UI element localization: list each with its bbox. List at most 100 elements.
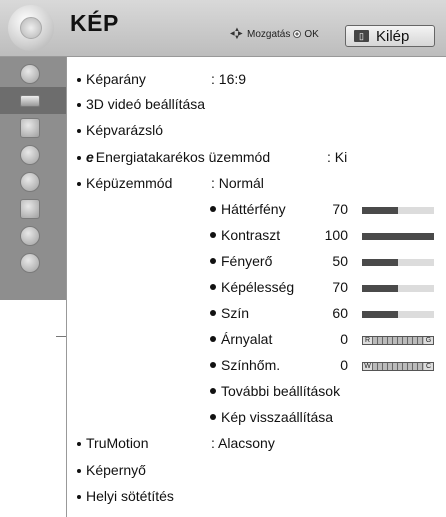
setting-more-settings[interactable]: További beállítások xyxy=(210,383,340,399)
bullet xyxy=(210,414,216,421)
sidebar-item-network[interactable] xyxy=(0,222,66,249)
setting-label: Színhőm. xyxy=(221,357,281,373)
bullet xyxy=(77,156,81,161)
tint-right-label: G xyxy=(424,337,433,344)
brightness-slider[interactable] xyxy=(362,259,434,266)
page-title: KÉP xyxy=(70,10,119,36)
bullet xyxy=(210,284,216,291)
contrast-value: 100 xyxy=(324,227,348,243)
sidebar-item-audio[interactable] xyxy=(0,114,66,141)
setting-label: Kép visszaállítása xyxy=(221,409,334,425)
slider-fill xyxy=(362,259,398,266)
menu-item-label: Energiatakarékos üzemmód xyxy=(95,149,271,165)
menu-item-picture-mode[interactable]: Képüzemmód xyxy=(77,175,172,191)
slider-fill xyxy=(362,207,398,214)
setting-label: Képélesség xyxy=(221,279,295,295)
nav-hint-label: Mozgatás xyxy=(247,28,291,40)
sidebar-item-picture[interactable] xyxy=(0,87,66,114)
header-bar: KÉP ▲ ▼ ◀ ▶ Mozgatás OK ▯ Kilép xyxy=(0,0,446,57)
color-temp-left-label: W xyxy=(363,363,372,370)
setting-sharpness[interactable]: Képélesség xyxy=(210,279,294,295)
bullet xyxy=(210,310,216,317)
contrast-slider[interactable] xyxy=(362,233,434,240)
setting-label: Árnyalat xyxy=(221,331,273,347)
exit-key-icon: ▯ xyxy=(354,30,369,42)
bullet xyxy=(210,362,216,369)
setting-color[interactable]: Szín xyxy=(210,305,249,321)
aspect-ratio-value: : 16:9 xyxy=(211,71,247,87)
bullet xyxy=(77,78,81,83)
speaker-icon xyxy=(20,118,40,138)
sidebar-item-lock[interactable] xyxy=(0,168,66,195)
menu-item-energy-saving[interactable]: e Energiatakarékos üzemmód xyxy=(77,149,270,165)
menu-item-label: TruMotion xyxy=(86,435,149,451)
sidebar-item-time[interactable] xyxy=(0,141,66,168)
trumotion-value: : Alacsony xyxy=(211,435,275,451)
sharpness-slider[interactable] xyxy=(362,285,434,292)
bullet xyxy=(210,388,216,395)
ok-label: OK xyxy=(304,28,319,40)
sharpness-value: 70 xyxy=(332,279,348,295)
setting-label: Háttérfény xyxy=(221,201,286,217)
bullet xyxy=(77,495,81,500)
exit-button[interactable]: ▯ Kilép xyxy=(345,25,435,47)
menu-item-label: 3D videó beállítása xyxy=(86,96,206,112)
ok-button-icon xyxy=(293,30,302,38)
color-value: 60 xyxy=(332,305,348,321)
color-temp-balance-scale[interactable]: W C xyxy=(362,362,434,371)
bullet xyxy=(210,232,216,239)
satellite-logo-icon xyxy=(8,5,54,51)
menu-item-label: Képvarázsló xyxy=(86,122,164,138)
menu-item-label: Helyi sötétítés xyxy=(86,488,174,504)
bullet xyxy=(77,182,81,187)
setting-picture-reset[interactable]: Kép visszaállítása xyxy=(210,409,333,425)
network-icon xyxy=(20,226,40,246)
menu-item-label: Képarány xyxy=(86,71,146,87)
menu-item-label: Képernyő xyxy=(86,462,146,478)
sidebar-item-setup[interactable] xyxy=(0,60,66,87)
menu-item-picture-wizard[interactable]: Képvarázsló xyxy=(77,122,163,138)
navigation-arrows-icon: ▲ ▼ ◀ ▶ xyxy=(230,27,243,41)
slider-fill xyxy=(362,311,398,318)
setting-brightness[interactable]: Fényerő xyxy=(210,253,272,269)
bullet xyxy=(210,336,216,343)
menu-item-aspect-ratio[interactable]: Képarány xyxy=(77,71,146,87)
menu-item-label: Képüzemmód xyxy=(86,175,173,191)
backlight-slider[interactable] xyxy=(362,207,434,214)
setting-tint[interactable]: Árnyalat xyxy=(210,331,272,347)
bullet xyxy=(77,103,81,108)
setting-backlight[interactable]: Háttérfény xyxy=(210,201,286,217)
setting-label: További beállítások xyxy=(221,383,341,399)
setting-label: Szín xyxy=(221,305,250,321)
setting-color-temp[interactable]: Színhőm. xyxy=(210,357,280,373)
menu-item-screen[interactable]: Képernyő xyxy=(77,462,146,478)
menu-item-local-dimming[interactable]: Helyi sötétítés xyxy=(77,488,174,504)
tint-left-label: R xyxy=(363,337,372,344)
tint-value: 0 xyxy=(340,331,348,347)
options-icon xyxy=(20,199,40,219)
tint-balance-scale[interactable]: R G xyxy=(362,336,434,345)
bullet xyxy=(77,129,81,134)
color-slider[interactable] xyxy=(362,311,434,318)
help-icon xyxy=(20,253,40,273)
color-temp-value: 0 xyxy=(340,357,348,373)
energy-saving-icon: e xyxy=(86,149,94,165)
satellite-dish-icon xyxy=(20,64,40,84)
bullet xyxy=(77,469,81,474)
menu-item-3d-video[interactable]: 3D videó beállítása xyxy=(77,96,205,112)
lock-icon xyxy=(20,172,40,192)
setting-label: Fényerő xyxy=(221,253,273,269)
bullet xyxy=(210,258,216,265)
brightness-value: 50 xyxy=(332,253,348,269)
connector-line xyxy=(56,336,66,337)
bullet xyxy=(210,206,216,213)
backlight-value: 70 xyxy=(332,201,348,217)
setting-contrast[interactable]: Kontraszt xyxy=(210,227,280,243)
menu-item-trumotion[interactable]: TruMotion xyxy=(77,435,149,451)
sidebar-item-options[interactable] xyxy=(0,195,66,222)
picture-menu-panel: Képarány : 16:9 3D videó beállítása Képv… xyxy=(66,57,446,517)
exit-button-label: Kilép xyxy=(376,27,410,45)
picture-mode-value: : Normál xyxy=(211,175,264,191)
sidebar-item-support[interactable] xyxy=(0,249,66,276)
energy-saving-value: : Ki xyxy=(327,149,348,165)
